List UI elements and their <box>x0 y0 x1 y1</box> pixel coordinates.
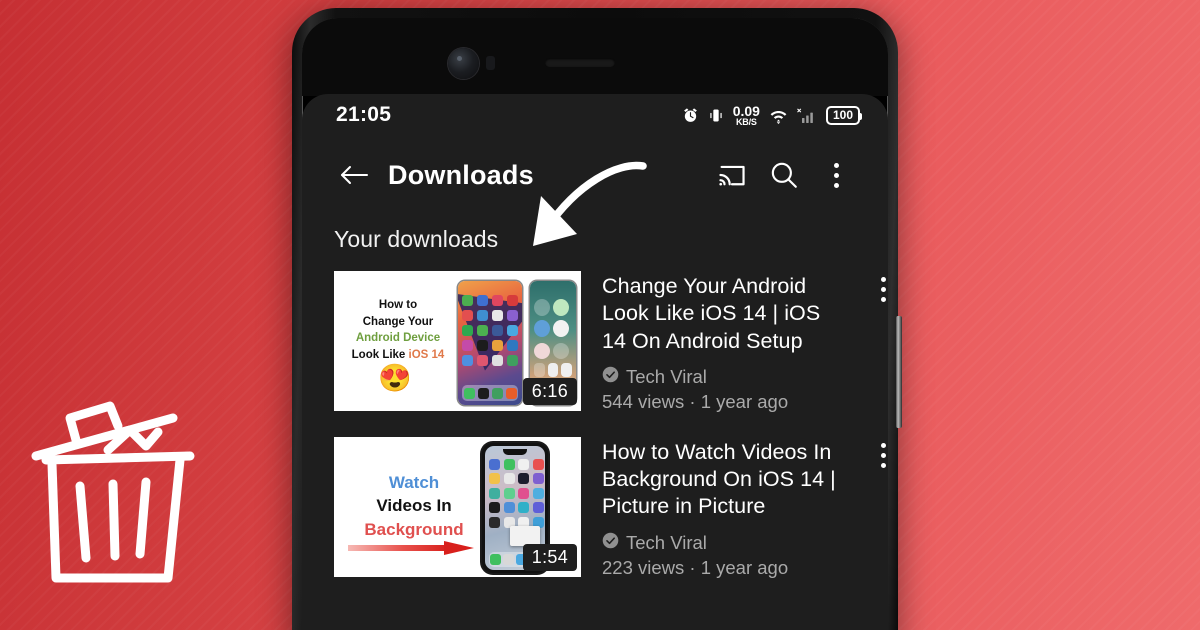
notch <box>503 448 527 455</box>
more-options-icon <box>881 442 886 468</box>
overflow-menu-button[interactable] <box>810 149 862 201</box>
search-button[interactable] <box>758 149 810 201</box>
proximity-sensor-icon <box>486 56 495 70</box>
phone-top-bezel <box>302 18 888 96</box>
thumb-line-4a: Look Like <box>351 349 409 362</box>
video-thumbnail[interactable]: Watch Videos In Background 1:54 <box>334 436 581 577</box>
heart-eyes-emoji-icon: 😍 <box>378 363 412 393</box>
phone-screen-frame: 21:05 0.09 KB/S 100 Downloads Your downl… <box>302 18 888 630</box>
front-camera <box>448 48 479 79</box>
channel-name: Tech Viral <box>626 365 707 387</box>
earpiece-speaker <box>545 58 615 67</box>
thumb-line-3: Background <box>364 519 464 539</box>
app-icon-grid <box>489 458 544 528</box>
section-heading: Your downloads <box>334 226 499 252</box>
video-stats: 544 views · 1 year ago <box>602 390 789 412</box>
vibrate-icon <box>708 107 724 124</box>
app-icon-grid <box>462 295 518 366</box>
signal-icon <box>797 107 817 124</box>
video-duration: 6:16 <box>522 378 577 405</box>
thumb-line-2: Change Your <box>362 315 434 328</box>
thumb-line-2: Videos In <box>376 496 452 516</box>
app-bar: Downloads <box>302 136 888 214</box>
phone-side-button[interactable] <box>896 316 902 428</box>
thumb-line-1: Watch <box>388 472 440 492</box>
app-screen: 21:05 0.09 KB/S 100 Downloads Your downl… <box>302 94 888 630</box>
dock <box>462 385 518 401</box>
thumb-line-4b: iOS 14 <box>408 349 445 362</box>
network-speed-unit: KB/S <box>735 116 757 127</box>
android-home-screen-mockup <box>458 281 522 405</box>
channel-name: Tech Viral <box>626 531 707 553</box>
video-thumbnail[interactable]: How to Change Your Android Device Look L… <box>334 271 581 411</box>
status-icons: 0.09 KB/S 100 <box>682 104 863 127</box>
more-options-icon <box>881 277 886 302</box>
verified-badge-icon <box>602 366 619 388</box>
list-item[interactable]: How to Change Your Android Device Look L… <box>334 271 888 413</box>
video-title: Change Your Android Look Like iOS 14 | i… <box>602 274 821 353</box>
video-meta: Change Your Android Look Like iOS 14 | i… <box>602 271 888 413</box>
channel-row: Tech Viral <box>602 532 882 554</box>
thumb-line-3: Android Device <box>355 332 441 345</box>
trash-bin-icon <box>18 378 228 593</box>
network-speed-indicator: 0.09 KB/S <box>733 104 760 127</box>
downloads-list: How to Change Your Android Device Look L… <box>302 271 888 579</box>
status-clock: 21:05 <box>336 103 392 126</box>
status-bar: 21:05 0.09 KB/S 100 <box>302 94 888 136</box>
more-options-icon <box>833 162 839 188</box>
network-speed-value: 0.09 <box>732 102 760 119</box>
alarm-icon <box>682 107 699 124</box>
red-arrow-icon <box>348 540 474 555</box>
verified-badge-icon <box>602 532 619 554</box>
thumbnail-text: How to Change Your Android Device Look L… <box>342 297 454 364</box>
picture-in-picture-window <box>510 525 540 546</box>
video-meta: How to Watch Videos In Background On iOS… <box>602 437 888 579</box>
battery-level: 100 <box>832 107 853 122</box>
video-duration: 1:54 <box>522 543 577 571</box>
phone-mockup: 21:05 0.09 KB/S 100 Downloads Your downl… <box>292 8 902 630</box>
channel-row: Tech Viral <box>602 366 882 388</box>
video-title: How to Watch Videos In Background On iOS… <box>602 439 836 519</box>
list-item[interactable]: Watch Videos In Background 1:54 How to W… <box>334 436 888 579</box>
thumb-line-4: Look Like iOS 14 <box>342 347 454 364</box>
video-stats: 223 views · 1 year ago <box>602 556 789 578</box>
video-overflow-button[interactable] <box>881 442 886 468</box>
page-title: Downloads <box>388 159 534 190</box>
battery-icon: 100 <box>825 105 863 125</box>
cast-button[interactable] <box>706 149 758 201</box>
thumbnail-text: Watch Videos In Background <box>344 471 484 541</box>
back-button[interactable] <box>328 149 380 201</box>
wifi-icon <box>769 107 788 124</box>
poster-canvas: 21:05 0.09 KB/S 100 Downloads Your downl… <box>0 0 1200 630</box>
thumb-line-1: How to <box>378 299 418 311</box>
video-overflow-button[interactable] <box>881 277 886 302</box>
